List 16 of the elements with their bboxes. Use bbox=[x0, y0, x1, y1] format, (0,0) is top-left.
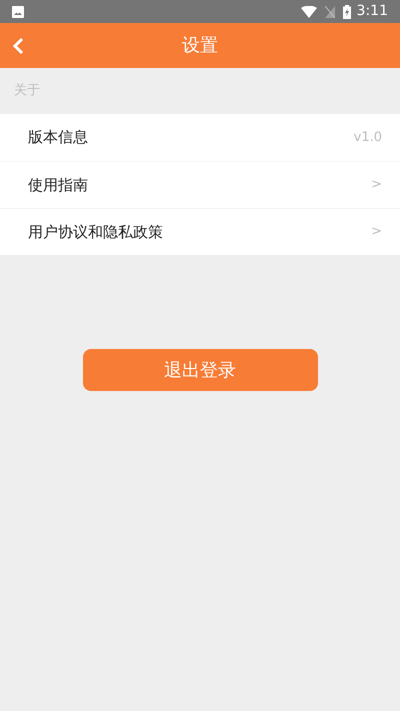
wifi-icon bbox=[300, 6, 317, 18]
status-time: 3:11 bbox=[356, 2, 388, 21]
header-title: 设置 bbox=[182, 34, 218, 58]
row-trailing: v1.0 bbox=[354, 128, 382, 147]
row-label: 用户协议和隐私政策 bbox=[28, 222, 163, 243]
settings-row[interactable]: 用户协议和隐私政策 > bbox=[0, 208, 400, 255]
row-trailing: > bbox=[371, 223, 382, 242]
battery-icon bbox=[342, 4, 351, 18]
row-label: 版本信息 bbox=[28, 127, 88, 148]
settings-row[interactable]: 使用指南 > bbox=[0, 161, 400, 208]
no-signal-icon bbox=[324, 6, 335, 18]
back-icon bbox=[12, 36, 24, 54]
row-label: 使用指南 bbox=[28, 174, 88, 196]
row-trailing: > bbox=[371, 176, 382, 194]
settings-row[interactable]: 版本信息 v1.0 bbox=[0, 114, 400, 161]
image-icon bbox=[12, 6, 24, 18]
